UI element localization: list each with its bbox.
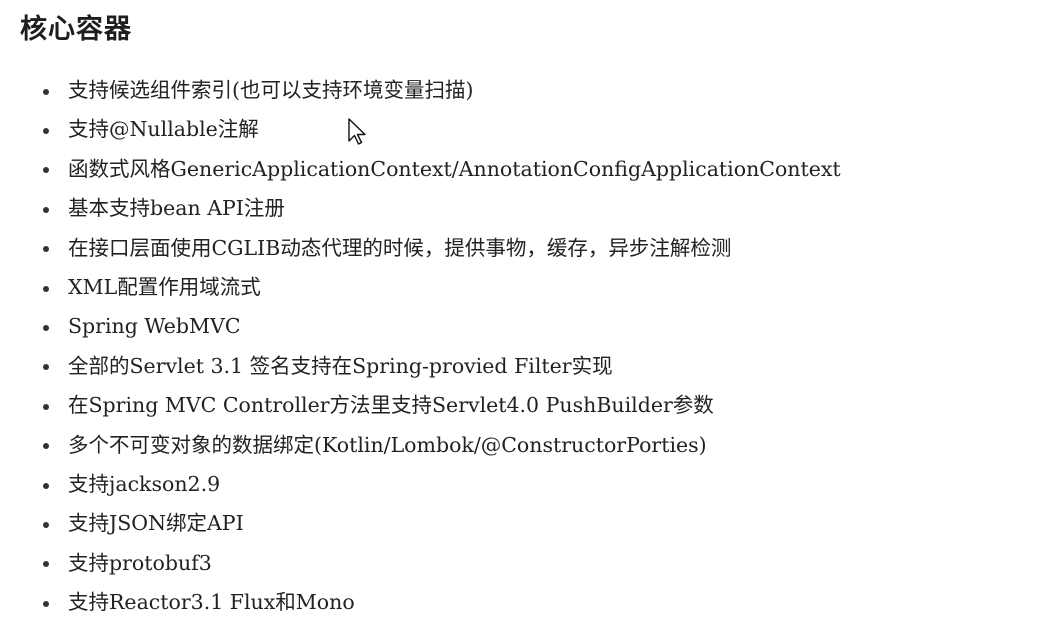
list-item-text: Spring WebMVC (68, 314, 241, 339)
document-page: 核心容器 支持候选组件索引(也可以支持环境变量扫描) 支持@Nullable注解… (0, 0, 1041, 637)
list-item: 多个不可变对象的数据绑定(Kotlin/Lombok/@ConstructorP… (0, 426, 841, 465)
list-item: 基本支持bean API注册 (0, 189, 841, 228)
list-item-text: 全部的Servlet 3.1 签名支持在Spring-provied Filte… (68, 353, 613, 378)
bullet-icon (43, 246, 49, 253)
mouse-pointer-icon (348, 118, 366, 145)
bullet-icon (43, 443, 49, 450)
list-item: 支持JSON绑定API (0, 504, 841, 543)
list-item: 支持Reactor3.1 Flux和Mono (0, 583, 841, 622)
list-item: 支持protobuf3 (0, 544, 841, 583)
bullet-icon (43, 521, 49, 528)
bullet-icon (43, 285, 49, 292)
bullet-icon (43, 364, 49, 371)
bullet-icon (43, 600, 49, 607)
list-item: Spring WebMVC (0, 307, 841, 346)
list-item: 全部的Servlet 3.1 签名支持在Spring-provied Filte… (0, 347, 841, 386)
list-item: 支持jackson2.9 (0, 465, 841, 504)
list-item-text: 支持protobuf3 (68, 550, 212, 575)
list-item: 在接口层面使用CGLIB动态代理的时候，提供事物，缓存，异步注解检测 (0, 229, 841, 268)
list-item: 在Spring MVC Controller方法里支持Servlet4.0 Pu… (0, 386, 841, 425)
list-item-text: 基本支持bean API注册 (68, 196, 285, 221)
list-item-text: 在接口层面使用CGLIB动态代理的时候，提供事物，缓存，异步注解检测 (68, 235, 732, 260)
list-item: 函数式风格GenericApplicationContext/Annotatio… (0, 150, 841, 189)
list-item-text: 支持jackson2.9 (68, 471, 221, 496)
list-item-text: 在Spring MVC Controller方法里支持Servlet4.0 Pu… (68, 393, 714, 418)
list-item: 支持候选组件索引(也可以支持环境变量扫描) (0, 71, 841, 110)
list-item-text: 支持JSON绑定API (68, 511, 244, 536)
bullet-icon (43, 206, 49, 213)
bullet-icon (43, 88, 49, 95)
bullet-icon (43, 482, 49, 489)
list-item-text: 支持候选组件索引(也可以支持环境变量扫描) (68, 78, 474, 102)
page-title: 核心容器 (20, 14, 132, 45)
list-item: XML配置作用域流式 (0, 268, 841, 307)
bullet-icon (43, 403, 49, 410)
bullet-icon (43, 325, 49, 332)
bullet-icon (43, 561, 49, 568)
list-item-text: XML配置作用域流式 (68, 274, 261, 299)
bullet-icon (43, 128, 49, 135)
list-item-text: 多个不可变对象的数据绑定(Kotlin/Lombok/@ConstructorP… (68, 432, 707, 457)
list-item-text: 支持@Nullable注解 (68, 117, 259, 142)
bullet-icon (43, 167, 49, 174)
list-item-text: 函数式风格GenericApplicationContext/Annotatio… (68, 156, 841, 181)
list-item-text: 支持Reactor3.1 Flux和Mono (68, 590, 355, 615)
list-item: 支持@Nullable注解 (0, 110, 841, 149)
feature-list: 支持候选组件索引(也可以支持环境变量扫描) 支持@Nullable注解 函数式风… (0, 71, 841, 622)
